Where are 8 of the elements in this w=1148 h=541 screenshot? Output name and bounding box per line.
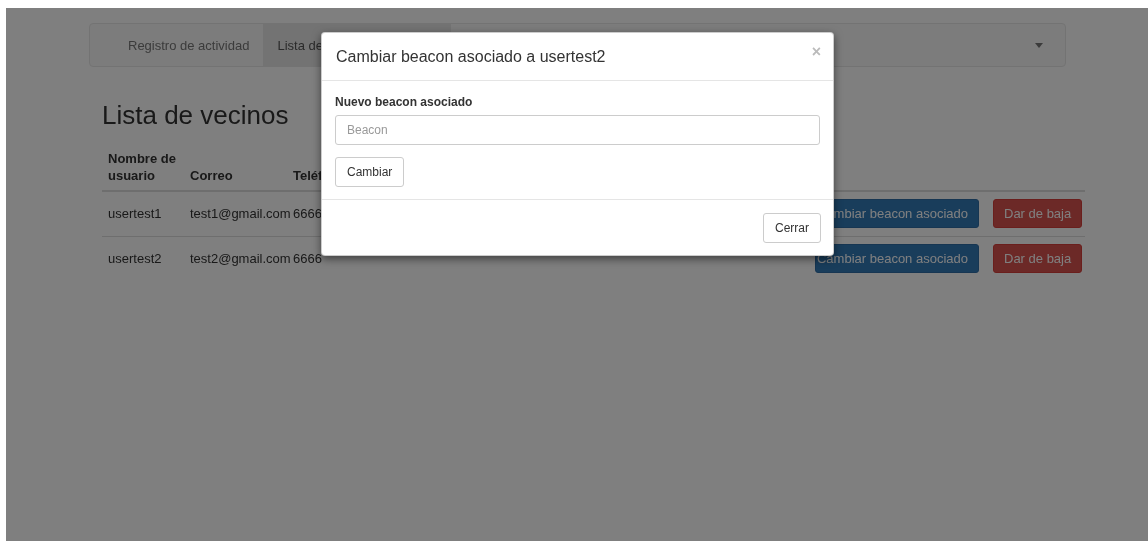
- modal-title: Cambiar beacon asociado a usertest2: [336, 47, 606, 66]
- table-cell-text: 6666: [292, 250, 323, 269]
- column-header: Nombre de usuario: [102, 143, 184, 192]
- page-heading: Lista de vecinos: [102, 101, 289, 130]
- table-cell-text: usertest2: [107, 250, 163, 269]
- field-label: Nuevo beacon asociado: [335, 95, 473, 109]
- table-cell: usertest1: [102, 191, 184, 237]
- column-header: Correo: [184, 143, 287, 192]
